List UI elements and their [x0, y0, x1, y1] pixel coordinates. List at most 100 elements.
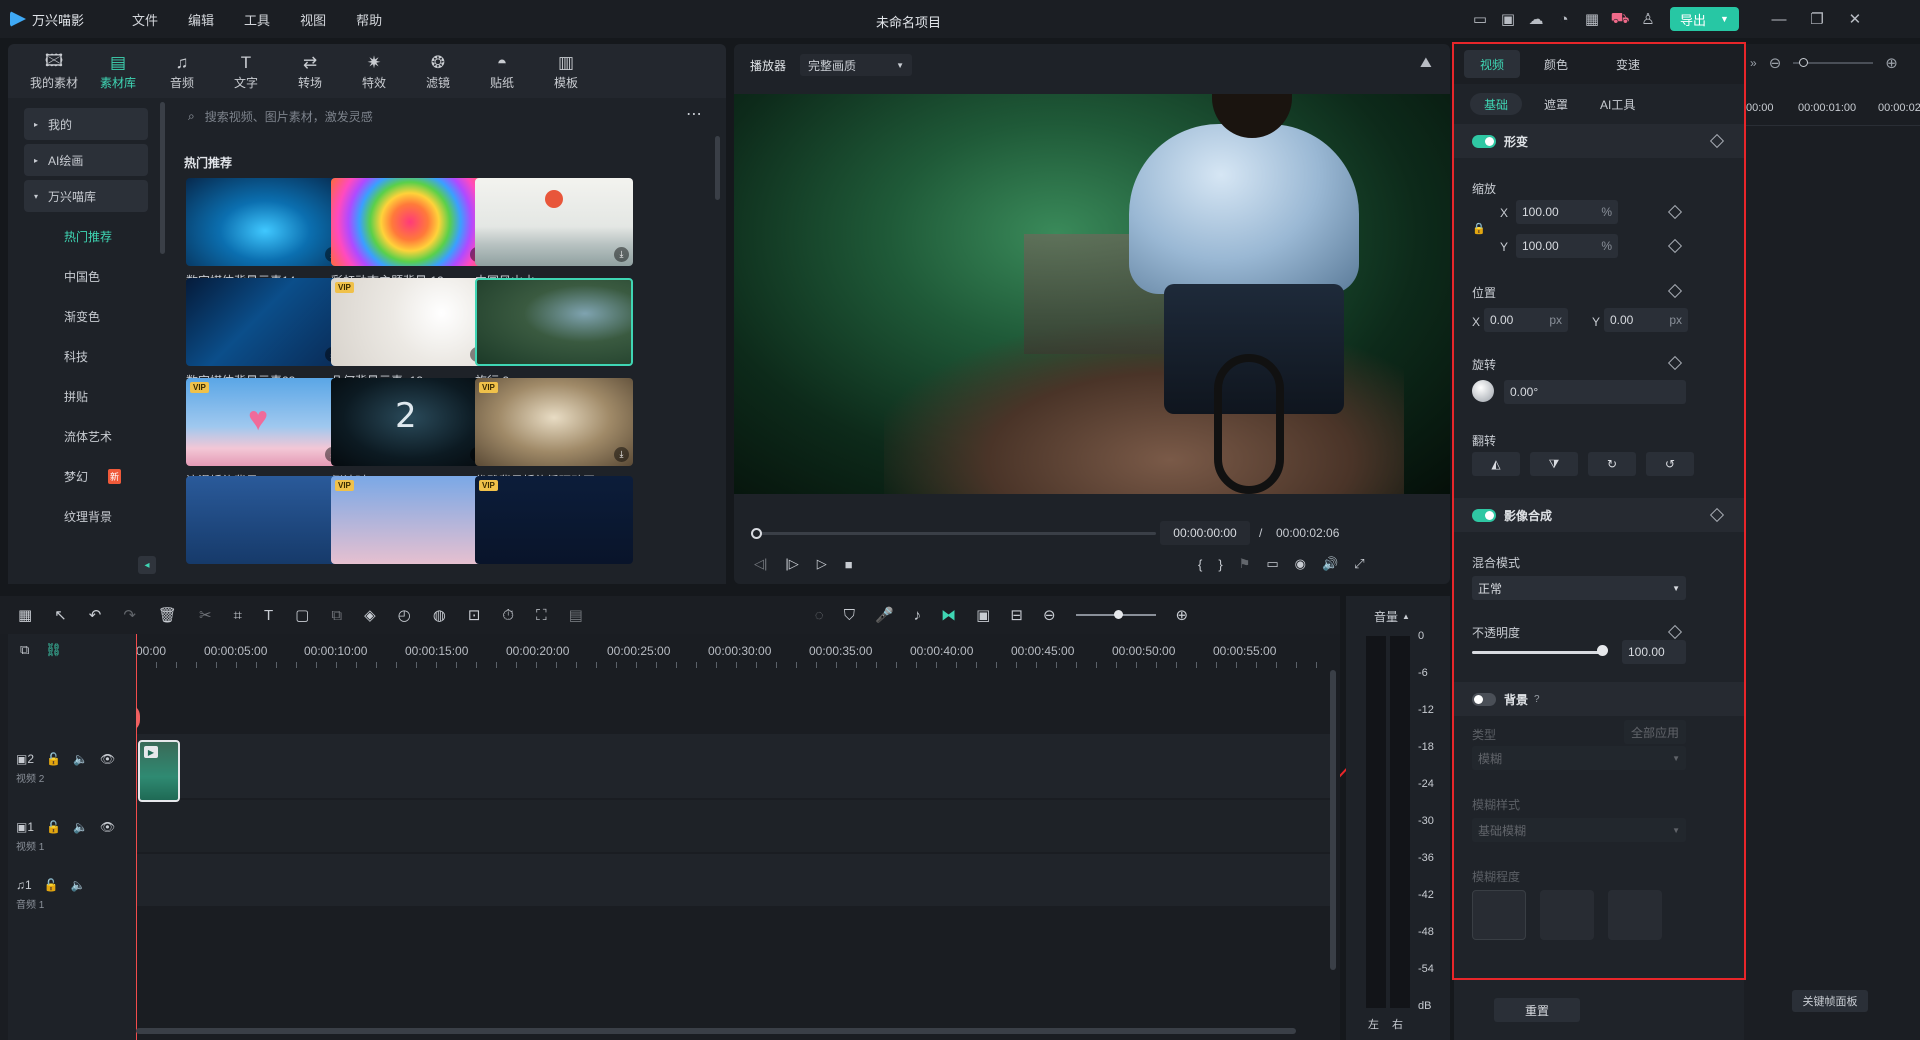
playhead-line[interactable]	[136, 634, 137, 1040]
asset-card[interactable]: ⤓ 数字媒体背景元素14	[186, 178, 344, 289]
mark-in-icon[interactable]: {	[1198, 557, 1202, 572]
sidebar-item-gradient[interactable]: 渐变色	[8, 296, 168, 336]
expand-icon[interactable]: »	[1750, 56, 1757, 70]
sidebar-item-collage[interactable]: 拼贴	[8, 376, 168, 416]
preview-icon[interactable]: ▣	[976, 606, 990, 624]
asset-card[interactable]: 旅行 2	[475, 278, 633, 389]
audio-icon[interactable]: ▤	[569, 606, 583, 624]
save-icon[interactable]: ▣	[1494, 5, 1522, 33]
select-tool-icon[interactable]: ↖	[54, 606, 67, 624]
asset-card[interactable]: VIP	[475, 476, 633, 564]
snapshot-icon[interactable]: ◉	[1295, 556, 1306, 572]
marker-icon[interactable]: ⚑	[1239, 556, 1251, 572]
microphone-icon[interactable]: 🎤	[875, 606, 894, 624]
link-icon[interactable]: ⛓	[45, 642, 62, 658]
undo-icon[interactable]: ↶	[89, 606, 102, 624]
auto-ripple-icon[interactable]: ⧓	[941, 606, 956, 624]
menu-edit[interactable]: 编辑	[188, 10, 214, 29]
mute-icon[interactable]: 🔈	[71, 878, 86, 892]
add-track-icon[interactable]: ⧉	[20, 642, 29, 658]
sidebar-group-wondershare-library[interactable]: ▾ 万兴喵库	[24, 180, 148, 212]
speed-icon[interactable]: ◴	[398, 606, 411, 624]
export-button[interactable]: 导出 ▼	[1670, 7, 1739, 31]
restore-icon[interactable]: ❐	[1803, 5, 1831, 33]
play-from-start-icon[interactable]: |▷	[785, 556, 798, 572]
color-icon[interactable]: ◍	[433, 606, 446, 624]
zoom-out-icon[interactable]: ⊖	[1043, 606, 1056, 624]
eye-icon[interactable]: 👁	[100, 752, 115, 766]
stop-icon[interactable]: ■	[845, 557, 853, 572]
asset-card[interactable]: ⤓ 彩虹动态主题背景 12	[331, 178, 489, 289]
asset-card[interactable]: VIP	[331, 476, 489, 564]
lock-icon[interactable]: 🔓	[44, 878, 59, 892]
chevron-down-icon[interactable]: ▼	[1720, 14, 1729, 24]
zoom-slider[interactable]	[1793, 58, 1874, 67]
sidebar-item-dream[interactable]: 梦幻 新	[8, 456, 168, 496]
minimize-icon[interactable]: —	[1765, 5, 1793, 33]
scopes-icon[interactable]: ⛰	[1420, 54, 1432, 71]
layout-grid-icon[interactable]: ▦	[18, 606, 32, 624]
quality-select[interactable]: 完整画质 ▼	[800, 54, 913, 76]
asset-card[interactable]: VIP⤓ 优雅背景婚礼循环动画	[475, 378, 633, 489]
lock-icon[interactable]: 🔓	[46, 820, 61, 834]
display-icon[interactable]: ▭	[1266, 556, 1278, 572]
ai-crop-icon[interactable]: ⛶	[536, 607, 547, 624]
more-options-icon[interactable]: ⋯	[686, 104, 702, 124]
mute-icon[interactable]: 🔈	[73, 752, 88, 766]
tool-template[interactable]: ▥ 模板	[534, 52, 598, 91]
zoom-in-icon[interactable]: ⊕	[1885, 54, 1898, 72]
asset-card[interactable]: ⤓ 数字媒体背景元素23	[186, 278, 344, 389]
apps-icon[interactable]: ▦	[1578, 5, 1606, 33]
menu-tools[interactable]: 工具	[244, 10, 270, 29]
play-icon[interactable]: ▷	[817, 556, 827, 572]
zoom-slider-handle[interactable]	[1799, 58, 1809, 67]
asset-card[interactable]: ⤓ 中国风山水	[475, 178, 633, 289]
sidebar-item-chinese-color[interactable]: 中国色	[8, 256, 168, 296]
lock-icon[interactable]: 🔓	[46, 752, 61, 766]
music-note-icon[interactable]: ♪	[914, 607, 922, 624]
freeze-icon[interactable]: ⧉	[331, 607, 342, 624]
asset-card[interactable]: ♥ VIP⤓ 浪漫婚礼背景05	[186, 378, 344, 489]
stabilize-icon[interactable]: ⊡	[468, 606, 481, 624]
sidebar-item-texture[interactable]: 纹理背景	[8, 496, 168, 536]
sidebar-group-mine[interactable]: ▸ 我的	[24, 108, 148, 140]
reset-button[interactable]: 重置	[1494, 998, 1580, 1022]
layout-icon[interactable]: ▭	[1466, 5, 1494, 33]
timeline-zoom-handle[interactable]	[1113, 610, 1123, 619]
redo-icon[interactable]: ↷	[123, 606, 136, 624]
zoom-out-icon[interactable]: ⊖	[1769, 54, 1782, 72]
cart-icon[interactable]: ⛟	[1606, 5, 1634, 33]
prev-frame-icon[interactable]: ◁|	[754, 556, 767, 572]
menu-view[interactable]: 视图	[300, 10, 326, 29]
text-tool-icon[interactable]: T	[264, 607, 273, 624]
zoom-in-icon[interactable]: ⊕	[1176, 606, 1189, 624]
timeline-zoom-slider[interactable]	[1075, 610, 1156, 619]
download-icon[interactable]: ⤓	[614, 247, 629, 262]
sidebar-item-tech[interactable]: 科技	[8, 336, 168, 376]
keyframe-panel-button[interactable]: 关键帧面板	[1792, 990, 1868, 1012]
cloud-icon[interactable]: ☁	[1522, 5, 1550, 33]
menu-file[interactable]: 文件	[132, 10, 158, 29]
video-clip[interactable]: ▶	[138, 740, 180, 802]
tool-library[interactable]: ▤ 素材库	[86, 52, 150, 91]
sidebar-item-fluid-art[interactable]: 流体艺术	[8, 416, 168, 456]
library-scrollbar[interactable]	[715, 136, 720, 200]
sidebar-scrollbar[interactable]	[160, 102, 165, 254]
headset-icon[interactable]: ◔	[1550, 5, 1578, 33]
volume-icon[interactable]: 🔊	[1322, 556, 1338, 572]
tool-transition[interactable]: ⇄ 转场	[278, 52, 342, 91]
tool-my-media[interactable]: 🖾 我的素材	[22, 51, 86, 91]
search-input[interactable]: 搜索视频、图片素材，激发灵感	[205, 108, 373, 125]
progress-handle[interactable]	[751, 528, 762, 539]
delete-icon[interactable]: 🗑	[158, 606, 177, 624]
timer-icon[interactable]: ⏱	[502, 607, 514, 624]
tool-filter[interactable]: ❂ 滤镜	[406, 52, 470, 91]
mark-out-icon[interactable]: }	[1218, 557, 1222, 572]
timeline-horizontal-scrollbar[interactable]	[136, 1028, 1296, 1034]
tool-audio[interactable]: ♫ 音频	[150, 52, 214, 91]
asset-card[interactable]	[186, 476, 344, 564]
mask-icon[interactable]: ▢	[295, 606, 309, 624]
render-icon[interactable]: ◌	[815, 607, 824, 624]
asset-card[interactable]: 2 ⤓ 倒计时7	[331, 378, 489, 489]
mute-icon[interactable]: 🔈	[73, 820, 88, 834]
